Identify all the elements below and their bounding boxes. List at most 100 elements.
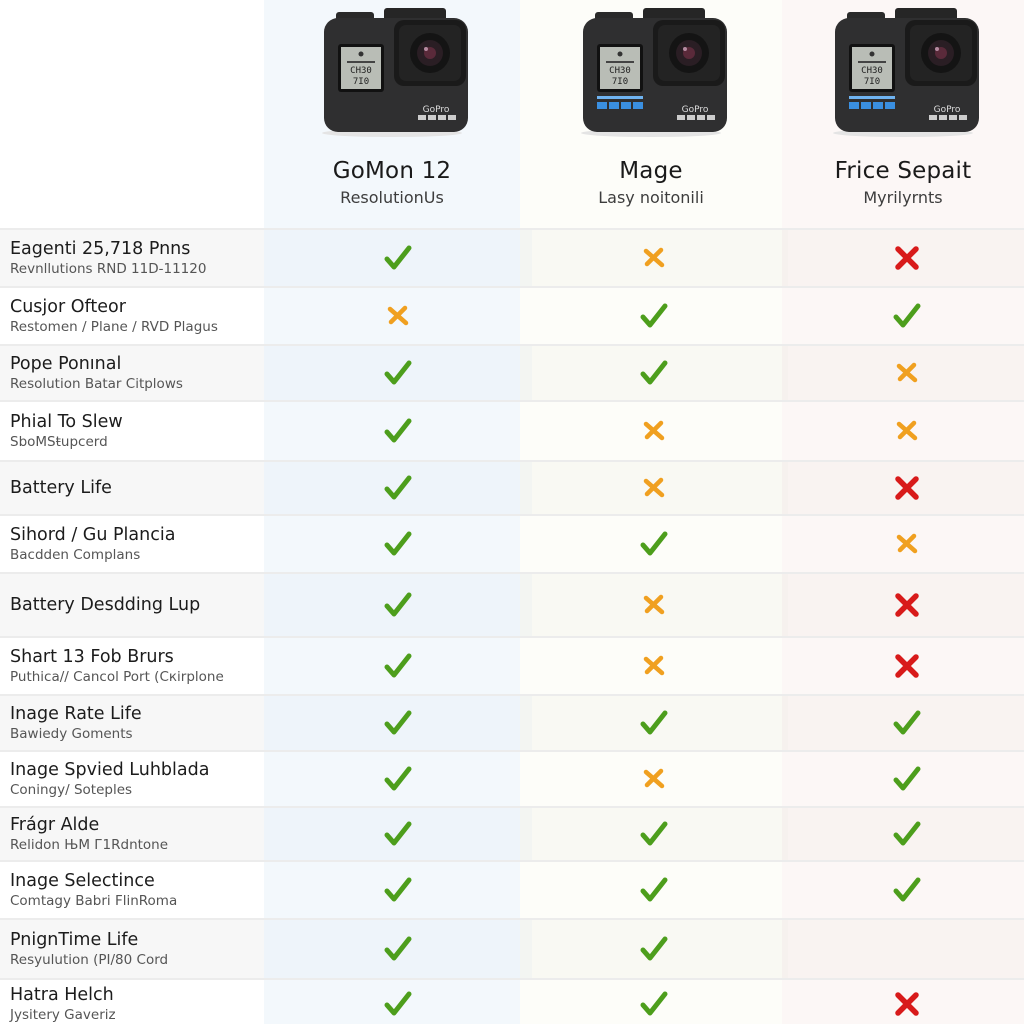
- product-column-header: CH30 7I0 GoPro GoMon 12 ResolutionUs: [264, 0, 520, 228]
- feature-title: Cusjor Ofteor: [10, 297, 126, 317]
- feature-value-cell: [520, 980, 788, 1028]
- feature-value-cell: [782, 808, 1024, 860]
- action-camera-icon: CH30 7I0 GoPro: [310, 6, 474, 138]
- check-icon: [383, 935, 413, 963]
- check-icon: [383, 474, 413, 502]
- check-icon: [892, 765, 922, 793]
- partial-x-icon: [642, 768, 666, 790]
- feature-value-cell: [520, 638, 788, 694]
- partial-x-icon: [642, 477, 666, 499]
- product-column-header: CH30 7I0 GoPro Mage Lasy noitonili: [520, 0, 782, 228]
- feature-value-cell: [782, 230, 1024, 286]
- check-icon: [383, 244, 413, 272]
- feature-value-cell: [264, 516, 532, 572]
- feature-title: Sihord / Gu Plancia: [10, 525, 176, 545]
- check-icon: [639, 709, 669, 737]
- feature-value-cell: [264, 920, 532, 978]
- cross-icon: [894, 245, 920, 271]
- feature-value-cell: [782, 752, 1024, 806]
- feature-value-cell: [782, 980, 1024, 1028]
- table-row: Inage Spvied Luhblada Coningy/ Soteples: [0, 750, 1024, 806]
- feature-label: Sihord / Gu Plancia Bacdden Complans: [0, 516, 264, 572]
- table-row: Cusjor Ofteor Restomen / Plane / RVD Plag…: [0, 286, 1024, 344]
- table-row: PnignTime Life Resyulution (PI/80 Cord: [0, 918, 1024, 978]
- partial-x-icon: [642, 594, 666, 616]
- svg-text:7I0: 7I0: [864, 77, 880, 87]
- feature-value-cell: [782, 516, 1024, 572]
- feature-label: Inage Rate Life Bawiedy Goments: [0, 696, 264, 750]
- product-name: GoMon 12: [332, 158, 452, 184]
- check-icon: [639, 935, 669, 963]
- feature-value-cell: [782, 696, 1024, 750]
- check-icon: [639, 820, 669, 848]
- feature-title: Pope Ponınal: [10, 354, 122, 374]
- check-icon: [383, 591, 413, 619]
- feature-title: Battery Desdding Lup: [10, 595, 201, 615]
- product-subtitle: ResolutionUs: [340, 188, 444, 207]
- partial-x-icon: [895, 420, 919, 442]
- cross-icon: [894, 653, 920, 679]
- partial-x-icon: [895, 533, 919, 555]
- check-icon: [383, 417, 413, 445]
- check-icon: [383, 820, 413, 848]
- action-camera-icon: CH30 7I0 GoPro: [821, 6, 985, 138]
- feature-value-cell: [782, 346, 1024, 400]
- feature-title: Inage Spvied Luhblada: [10, 760, 210, 780]
- feature-value-cell: [520, 862, 788, 918]
- feature-value-cell: [264, 402, 532, 460]
- feature-label: Phial To Slew SboMSŧupcerd: [0, 402, 264, 460]
- feature-label: Inage Spvied Luhblada Coningy/ Soteples: [0, 752, 264, 806]
- feature-description: Puthica// Cancol Port (Cкirplone: [10, 669, 224, 685]
- check-icon: [892, 876, 922, 904]
- feature-comparison-table: Eagenti 25,718 Pnns Revnllutions RND 11D-…: [0, 228, 1024, 1028]
- partial-x-icon: [386, 305, 410, 327]
- table-row: Frágr Alde Relidon ЊМ Г1Rdntone: [0, 806, 1024, 860]
- partial-x-icon: [642, 247, 666, 269]
- feature-value-cell: [264, 288, 532, 344]
- feature-value-cell: [520, 752, 788, 806]
- feature-label: Battery Desdding Lup: [0, 574, 264, 636]
- feature-label: Eagenti 25,718 Pnns Revnllutions RND 11D-…: [0, 230, 264, 286]
- table-row: Hatra Helch Jysitery Gaveriz: [0, 978, 1024, 1028]
- feature-value-cell: [264, 638, 532, 694]
- feature-title: Frágr Alde: [10, 815, 100, 835]
- feature-description: SboMSŧupcerd: [10, 434, 108, 450]
- svg-text:GoPro: GoPro: [423, 105, 450, 115]
- feature-value-cell: [264, 980, 532, 1028]
- svg-text:7I0: 7I0: [612, 77, 628, 87]
- feature-value-cell: [782, 402, 1024, 460]
- cross-icon: [894, 991, 920, 1017]
- feature-value-cell: [520, 574, 788, 636]
- feature-value-cell: [264, 862, 532, 918]
- cross-icon: [894, 592, 920, 618]
- feature-title: Battery Life: [10, 478, 112, 498]
- feature-value-cell: [520, 696, 788, 750]
- feature-value-cell: [264, 752, 532, 806]
- product-subtitle: Lasy noitonili: [598, 188, 704, 207]
- feature-description: Resolution Batar Citplows: [10, 376, 183, 392]
- feature-value-cell: [264, 696, 532, 750]
- action-camera-icon: CH30 7I0 GoPro: [569, 6, 733, 138]
- feature-value-cell: [520, 516, 788, 572]
- feature-label: Shart 13 Fob Brurs Puthica// Cancol Port …: [0, 638, 264, 694]
- feature-value-cell: [264, 808, 532, 860]
- feature-description: Revnllutions RND 11D-11120: [10, 261, 207, 277]
- feature-title: Shart 13 Fob Brurs: [10, 647, 174, 667]
- feature-value-cell: [520, 346, 788, 400]
- feature-description: Coningy/ Soteples: [10, 782, 133, 798]
- table-row: Sihord / Gu Plancia Bacdden Complans: [0, 514, 1024, 572]
- partial-x-icon: [895, 362, 919, 384]
- feature-description: Resyulution (PI/80 Cord: [10, 952, 169, 968]
- table-row: Phial To Slew SboMSŧupcerd: [0, 400, 1024, 460]
- check-icon: [639, 302, 669, 330]
- feature-value-cell: [782, 288, 1024, 344]
- check-icon: [639, 990, 669, 1018]
- feature-title: Phial To Slew: [10, 412, 123, 432]
- product-subtitle: Myrilyrnts: [863, 188, 943, 207]
- feature-value-cell: [782, 638, 1024, 694]
- check-icon: [892, 820, 922, 848]
- feature-value-cell: [520, 920, 788, 978]
- feature-value-cell: [520, 402, 788, 460]
- feature-title: Inage Rate Life: [10, 704, 142, 724]
- table-row: Pope Ponınal Resolution Batar Citplows: [0, 344, 1024, 400]
